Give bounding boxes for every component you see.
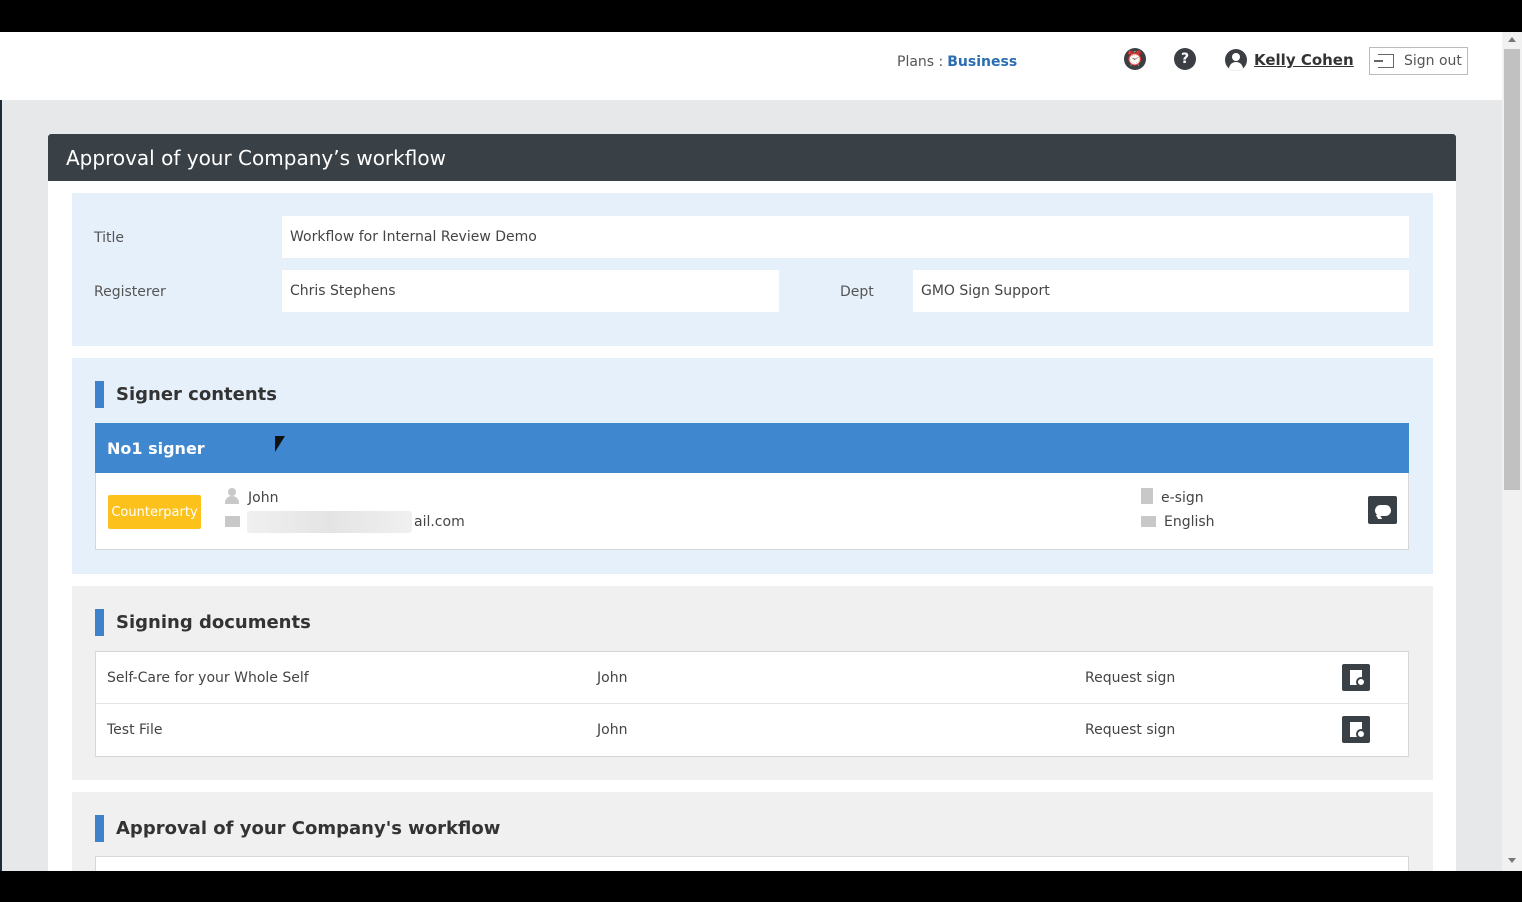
chat-bubble-icon [1374,504,1391,516]
workflow-panel: Approval of your Company’s workflow Titl… [48,134,1456,871]
title-field: Workflow for Internal Review Demo [282,216,1409,258]
plans-label: Plans : [897,54,944,70]
preview-document-button[interactable] [1342,716,1370,743]
help-icon[interactable]: ? [1174,48,1196,70]
document-signer: John [597,722,628,738]
alarm-clock-icon[interactable]: ⏰ [1124,48,1146,70]
person-icon [225,488,239,504]
email-redaction [247,511,412,533]
signer-name: John [248,490,279,506]
dept-field: GMO Sign Support [913,270,1409,312]
registerer-label: Registerer [94,284,166,300]
signer-email-suffix: ail.com [414,514,465,530]
dept-label: Dept [840,284,874,300]
document-action: Request sign [1085,670,1176,686]
panel-title: Approval of your Company’s workflow [48,134,1456,181]
mouse-cursor-icon [275,436,285,452]
documents-section-heading: Signing documents [95,609,311,636]
document-icon [1141,488,1153,504]
sign-out-button[interactable]: Sign out [1369,47,1468,75]
mail-icon [225,516,240,527]
bottom-black-bar [0,871,1522,902]
approval-section-heading: Approval of your Company's workflow [95,815,500,842]
signer-card: Counterparty John l ail.com e-sign Engli… [95,473,1409,550]
document-action: Request sign [1085,722,1176,738]
browser-viewport: Plans : Business ⏰ ? Kelly Cohen Sign out… [0,32,1502,871]
document-name: Self-Care for your Whole Self [107,670,309,686]
signer-header: No1 signer [95,423,1409,473]
signing-documents-section: Signing documents Self-Care for your Who… [72,586,1433,780]
vertical-scrollbar[interactable] [1502,32,1522,871]
documents-table: Self-Care for your Whole Self John Reque… [95,651,1409,757]
user-avatar-icon [1225,49,1247,71]
top-black-bar [0,0,1522,32]
approval-table [95,856,1409,871]
signer-language: English [1164,514,1215,530]
user-name-link[interactable]: Kelly Cohen [1254,51,1354,69]
registerer-field: Chris Stephens [282,270,779,312]
scroll-up-arrow-icon[interactable] [1508,37,1516,42]
document-signer: John [597,670,628,686]
message-button[interactable] [1368,496,1397,524]
preview-document-button[interactable] [1342,664,1370,691]
document-search-icon [1350,670,1366,687]
app-header: Plans : Business ⏰ ? Kelly Cohen Sign out [0,32,1502,100]
counterparty-badge: Counterparty [108,495,201,529]
sign-out-label: Sign out [1404,53,1462,69]
sign-type: e-sign [1161,490,1204,506]
plan-value-link[interactable]: Business [947,54,1017,70]
title-label: Title [94,230,125,246]
table-row: Test File John Request sign [96,704,1408,756]
signer-contents-section: Signer contents No1 signer Counterparty … [72,358,1433,574]
workflow-info-section: Title Workflow for Internal Review Demo … [72,193,1433,346]
sign-out-icon [1374,54,1394,68]
scroll-thumb[interactable] [1504,49,1520,490]
signer-section-heading: Signer contents [95,381,277,408]
approval-section: Approval of your Company's workflow [72,792,1433,871]
plans-indicator: Plans : Business [897,54,1017,70]
scroll-down-arrow-icon[interactable] [1508,858,1516,863]
document-name: Test File [107,722,163,738]
table-row: Self-Care for your Whole Self John Reque… [96,652,1408,704]
document-search-icon [1350,722,1366,739]
language-mail-icon [1141,516,1156,527]
left-edge-line [0,100,2,871]
